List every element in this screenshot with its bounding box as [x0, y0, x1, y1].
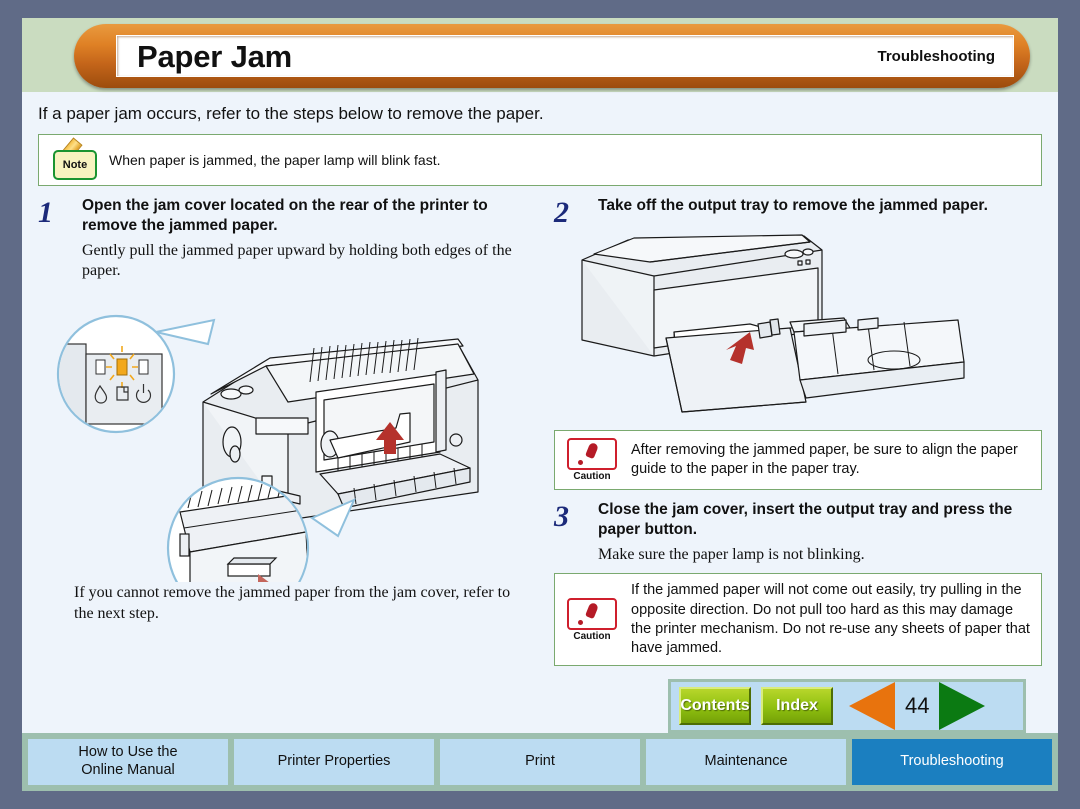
section-tab-bar: How to Use the Online Manual Printer Prop…	[22, 733, 1058, 791]
manual-page: Paper Jam Troubleshooting If a paper jam…	[22, 18, 1058, 791]
step-2: 2 Take off the output tray to remove the…	[554, 196, 1042, 228]
section-label: Troubleshooting	[877, 47, 996, 65]
step-1: 1 Open the jam cover located on the rear…	[38, 196, 526, 236]
caution-label: Caution	[573, 630, 611, 642]
caution-label: Caution	[573, 471, 611, 482]
caution-icon: Caution	[565, 597, 619, 642]
note-box: Note When paper is jammed, the paper lam…	[38, 134, 1042, 186]
tab-printer-properties[interactable]: Printer Properties	[234, 739, 434, 785]
header-band: Paper Jam Troubleshooting	[22, 18, 1058, 92]
step-1-heading: Open the jam cover located on the rear o…	[82, 197, 488, 234]
caution-icon: Caution	[565, 438, 619, 482]
caution-box-2: Caution If the jammed paper will not com…	[554, 573, 1042, 666]
exclamation-dot	[578, 619, 583, 625]
paper-lamp-blinking-callout	[56, 315, 216, 434]
step-3-heading: Close the jam cover, insert the output t…	[598, 501, 1013, 538]
step-3-number: 3	[554, 500, 569, 533]
tab-troubleshooting[interactable]: Troubleshooting	[852, 739, 1052, 785]
step-1-tail-text: If you cannot remove the jammed paper fr…	[74, 584, 511, 623]
step-2-number: 2	[554, 196, 569, 229]
title-bar: Paper Jam Troubleshooting	[116, 35, 1014, 77]
step-1-number: 1	[38, 196, 53, 229]
printer-output-tray-illustration	[581, 234, 965, 413]
content-columns: 1 Open the jam cover located on the rear…	[22, 186, 1058, 733]
note-text: When paper is jammed, the paper lamp wil…	[109, 152, 441, 168]
previous-page-triangle-icon[interactable]	[849, 682, 895, 730]
caution-box-1: Caution After removing the jammed paper,…	[554, 430, 1042, 490]
caution-text-1: After removing the jammed paper, be sure…	[631, 441, 1018, 477]
left-column: 1 Open the jam cover located on the rear…	[38, 186, 540, 733]
page-number: 44	[905, 693, 930, 718]
exclamation-dot	[578, 460, 583, 465]
contents-button[interactable]: Contents	[679, 687, 751, 725]
title-pill: Paper Jam Troubleshooting	[74, 24, 1030, 88]
caution-exclamation-icon	[567, 597, 617, 630]
printer-rear-jam-cover-illustration	[56, 315, 479, 583]
tab-how-to-use-online-manual[interactable]: How to Use the Online Manual	[28, 739, 228, 785]
step-2-heading: Take off the output tray to remove the j…	[598, 197, 988, 214]
tab-print[interactable]: Print	[440, 739, 640, 785]
exclamation-glyph	[585, 601, 599, 619]
caution-exclamation-icon	[567, 438, 617, 470]
index-button[interactable]: Index	[761, 687, 833, 725]
note-chip-label: Note	[53, 150, 97, 180]
note-pencil-icon: Note	[49, 137, 97, 180]
tab-maintenance[interactable]: Maintenance	[646, 739, 846, 785]
right-column: 2 Take off the output tray to remove the…	[540, 186, 1042, 733]
intro-text: If a paper jam occurs, refer to the step…	[38, 104, 544, 123]
step-3: 3 Close the jam cover, insert the output…	[554, 500, 1042, 540]
step-3-body: Make sure the paper lamp is not blinking…	[598, 545, 865, 563]
caution-text-2: If the jammed paper will not come out ea…	[631, 582, 1030, 656]
page-title: Paper Jam	[137, 38, 293, 74]
step-1-body: Gently pull the jammed paper upward by h…	[82, 241, 512, 280]
page-navigation-panel: Contents Index 44	[668, 679, 1026, 733]
next-page-triangle-icon[interactable]	[939, 682, 986, 730]
exclamation-glyph	[585, 441, 599, 460]
